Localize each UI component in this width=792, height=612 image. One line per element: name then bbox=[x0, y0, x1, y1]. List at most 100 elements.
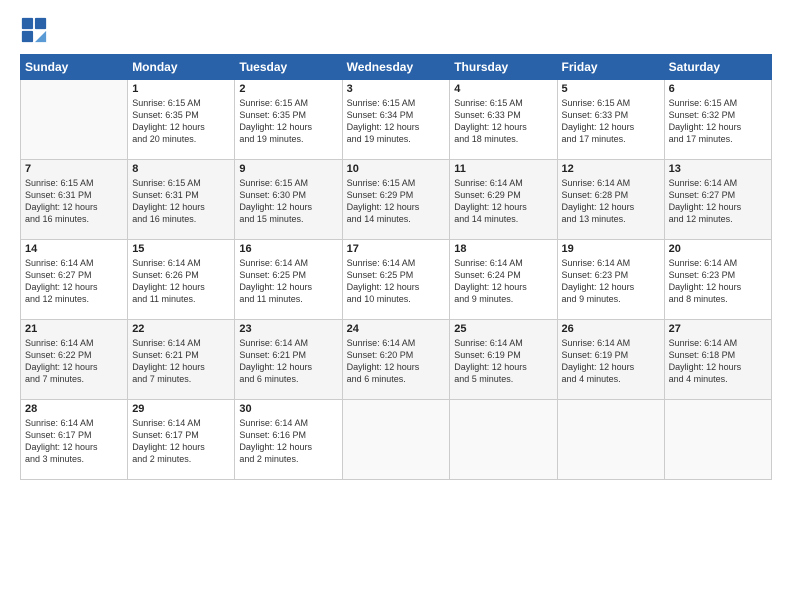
day-info: Sunrise: 6:14 AM Sunset: 6:23 PM Dayligh… bbox=[669, 257, 767, 306]
calendar-day-cell: 14Sunrise: 6:14 AM Sunset: 6:27 PM Dayli… bbox=[21, 240, 128, 320]
day-number: 2 bbox=[239, 83, 337, 95]
day-info: Sunrise: 6:14 AM Sunset: 6:25 PM Dayligh… bbox=[239, 257, 337, 306]
day-number: 3 bbox=[347, 83, 446, 95]
logo bbox=[20, 16, 52, 44]
calendar-day-cell: 18 Sunrise: 6:14 AM Sunset: 6:24 PM Dayli… bbox=[450, 240, 557, 320]
day-info: Sunrise: 6:15 AM Sunset: 6:34 PM Dayligh… bbox=[347, 97, 446, 146]
day-info: Sunrise: 6:14 AM Sunset: 6:28 PM Dayligh… bbox=[562, 177, 660, 226]
calendar-day-cell: 10 Sunrise: 6:15 AM Sunset: 6:29 PM Dayli… bbox=[342, 160, 450, 240]
calendar-day-cell: 11 Sunrise: 6:14 AM Sunset: 6:29 PM Dayli… bbox=[450, 160, 557, 240]
day-info: Sunrise: 6:15 AM Sunset: 6:31 PM Dayligh… bbox=[25, 177, 123, 226]
calendar-weekday-thursday: Thursday bbox=[450, 55, 557, 80]
day-number: 9 bbox=[239, 163, 337, 175]
calendar-day-cell: 5 Sunrise: 6:15 AM Sunset: 6:33 PM Daylig… bbox=[557, 80, 664, 160]
day-number: 21 bbox=[25, 323, 123, 335]
calendar-day-cell: 27 Sunrise: 6:14 AM Sunset: 6:18 PM Dayli… bbox=[664, 320, 771, 400]
calendar-day-cell: 25 Sunrise: 6:14 AM Sunset: 6:19 PM Dayli… bbox=[450, 320, 557, 400]
calendar-week-row: 28 Sunrise: 6:14 AM Sunset: 6:17 PM Dayli… bbox=[21, 400, 772, 480]
day-number: 17 bbox=[347, 243, 446, 255]
day-number: 18 bbox=[454, 243, 552, 255]
calendar-week-row: 1 Sunrise: 6:15 AM Sunset: 6:35 PM Daylig… bbox=[21, 80, 772, 160]
day-number: 20 bbox=[669, 243, 767, 255]
day-info: Sunrise: 6:14 AM Sunset: 6:22 PM Dayligh… bbox=[25, 337, 123, 386]
day-number: 10 bbox=[347, 163, 446, 175]
calendar-day-cell: 17 Sunrise: 6:14 AM Sunset: 6:25 PM Dayli… bbox=[342, 240, 450, 320]
day-info: Sunrise: 6:14 AM Sunset: 6:21 PM Dayligh… bbox=[239, 337, 337, 386]
calendar-day-cell: 3 Sunrise: 6:15 AM Sunset: 6:34 PM Daylig… bbox=[342, 80, 450, 160]
day-info: Sunrise: 6:14 AM Sunset: 6:17 PM Dayligh… bbox=[25, 417, 123, 466]
day-number: 5 bbox=[562, 83, 660, 95]
day-info: Sunrise: 6:15 AM Sunset: 6:33 PM Dayligh… bbox=[454, 97, 552, 146]
calendar-day-cell: 21 Sunrise: 6:14 AM Sunset: 6:22 PM Dayli… bbox=[21, 320, 128, 400]
day-number: 14 bbox=[25, 243, 123, 255]
day-number: 23 bbox=[239, 323, 337, 335]
logo-icon bbox=[20, 16, 48, 44]
calendar-day-cell: 6Sunrise: 6:15 AM Sunset: 6:32 PM Daylig… bbox=[664, 80, 771, 160]
day-info: Sunrise: 6:15 AM Sunset: 6:35 PM Dayligh… bbox=[132, 97, 230, 146]
day-info: Sunrise: 6:14 AM Sunset: 6:19 PM Dayligh… bbox=[562, 337, 660, 386]
calendar-day-cell bbox=[557, 400, 664, 480]
calendar-weekday-saturday: Saturday bbox=[664, 55, 771, 80]
day-number: 15 bbox=[132, 243, 230, 255]
day-info: Sunrise: 6:14 AM Sunset: 6:29 PM Dayligh… bbox=[454, 177, 552, 226]
calendar-weekday-tuesday: Tuesday bbox=[235, 55, 342, 80]
day-info: Sunrise: 6:14 AM Sunset: 6:20 PM Dayligh… bbox=[347, 337, 446, 386]
day-info: Sunrise: 6:15 AM Sunset: 6:29 PM Dayligh… bbox=[347, 177, 446, 226]
calendar-day-cell: 26 Sunrise: 6:14 AM Sunset: 6:19 PM Dayli… bbox=[557, 320, 664, 400]
calendar-weekday-wednesday: Wednesday bbox=[342, 55, 450, 80]
calendar-weekday-friday: Friday bbox=[557, 55, 664, 80]
calendar-day-cell: 4Sunrise: 6:15 AM Sunset: 6:33 PM Daylig… bbox=[450, 80, 557, 160]
day-info: Sunrise: 6:14 AM Sunset: 6:24 PM Dayligh… bbox=[454, 257, 552, 306]
day-info: Sunrise: 6:14 AM Sunset: 6:19 PM Dayligh… bbox=[454, 337, 552, 386]
calendar-day-cell: 22 Sunrise: 6:14 AM Sunset: 6:21 PM Dayli… bbox=[128, 320, 235, 400]
day-number: 25 bbox=[454, 323, 552, 335]
day-info: Sunrise: 6:14 AM Sunset: 6:25 PM Dayligh… bbox=[347, 257, 446, 306]
day-info: Sunrise: 6:15 AM Sunset: 6:32 PM Dayligh… bbox=[669, 97, 767, 146]
header bbox=[20, 16, 772, 44]
calendar-header-row: SundayMondayTuesdayWednesdayThursdayFrid… bbox=[21, 55, 772, 80]
day-number: 30 bbox=[239, 403, 337, 415]
day-number: 28 bbox=[25, 403, 123, 415]
day-info: Sunrise: 6:15 AM Sunset: 6:31 PM Dayligh… bbox=[132, 177, 230, 226]
day-number: 26 bbox=[562, 323, 660, 335]
day-info: Sunrise: 6:14 AM Sunset: 6:17 PM Dayligh… bbox=[132, 417, 230, 466]
day-info: Sunrise: 6:14 AM Sunset: 6:23 PM Dayligh… bbox=[562, 257, 660, 306]
calendar-day-cell: 12 Sunrise: 6:14 AM Sunset: 6:28 PM Dayli… bbox=[557, 160, 664, 240]
day-number: 27 bbox=[669, 323, 767, 335]
day-info: Sunrise: 6:14 AM Sunset: 6:18 PM Dayligh… bbox=[669, 337, 767, 386]
day-number: 29 bbox=[132, 403, 230, 415]
day-info: Sunrise: 6:14 AM Sunset: 6:16 PM Dayligh… bbox=[239, 417, 337, 466]
day-number: 19 bbox=[562, 243, 660, 255]
day-info: Sunrise: 6:14 AM Sunset: 6:27 PM Dayligh… bbox=[669, 177, 767, 226]
day-number: 12 bbox=[562, 163, 660, 175]
calendar-day-cell: 30 Sunrise: 6:14 AM Sunset: 6:16 PM Dayli… bbox=[235, 400, 342, 480]
day-number: 13 bbox=[669, 163, 767, 175]
calendar-day-cell: 1 Sunrise: 6:15 AM Sunset: 6:35 PM Daylig… bbox=[128, 80, 235, 160]
calendar-day-cell: 2 Sunrise: 6:15 AM Sunset: 6:35 PM Daylig… bbox=[235, 80, 342, 160]
calendar-day-cell: 16 Sunrise: 6:14 AM Sunset: 6:25 PM Dayli… bbox=[235, 240, 342, 320]
calendar-weekday-sunday: Sunday bbox=[21, 55, 128, 80]
day-number: 8 bbox=[132, 163, 230, 175]
calendar-day-cell: 24Sunrise: 6:14 AM Sunset: 6:20 PM Dayli… bbox=[342, 320, 450, 400]
day-number: 22 bbox=[132, 323, 230, 335]
calendar-day-cell bbox=[450, 400, 557, 480]
calendar-table: SundayMondayTuesdayWednesdayThursdayFrid… bbox=[20, 54, 772, 480]
day-number: 16 bbox=[239, 243, 337, 255]
page: SundayMondayTuesdayWednesdayThursdayFrid… bbox=[0, 0, 792, 612]
day-number: 1 bbox=[132, 83, 230, 95]
day-number: 11 bbox=[454, 163, 552, 175]
day-info: Sunrise: 6:14 AM Sunset: 6:21 PM Dayligh… bbox=[132, 337, 230, 386]
day-info: Sunrise: 6:15 AM Sunset: 6:33 PM Dayligh… bbox=[562, 97, 660, 146]
calendar-day-cell: 23 Sunrise: 6:14 AM Sunset: 6:21 PM Dayli… bbox=[235, 320, 342, 400]
day-info: Sunrise: 6:14 AM Sunset: 6:26 PM Dayligh… bbox=[132, 257, 230, 306]
calendar-day-cell bbox=[342, 400, 450, 480]
calendar-day-cell: 8 Sunrise: 6:15 AM Sunset: 6:31 PM Daylig… bbox=[128, 160, 235, 240]
day-number: 7 bbox=[25, 163, 123, 175]
calendar-day-cell: 20 Sunrise: 6:14 AM Sunset: 6:23 PM Dayli… bbox=[664, 240, 771, 320]
calendar-day-cell bbox=[21, 80, 128, 160]
calendar-day-cell: 15 Sunrise: 6:14 AM Sunset: 6:26 PM Dayli… bbox=[128, 240, 235, 320]
calendar-day-cell: 28 Sunrise: 6:14 AM Sunset: 6:17 PM Dayli… bbox=[21, 400, 128, 480]
calendar-day-cell: 9Sunrise: 6:15 AM Sunset: 6:30 PM Daylig… bbox=[235, 160, 342, 240]
calendar-week-row: 21 Sunrise: 6:14 AM Sunset: 6:22 PM Dayli… bbox=[21, 320, 772, 400]
day-info: Sunrise: 6:15 AM Sunset: 6:35 PM Dayligh… bbox=[239, 97, 337, 146]
